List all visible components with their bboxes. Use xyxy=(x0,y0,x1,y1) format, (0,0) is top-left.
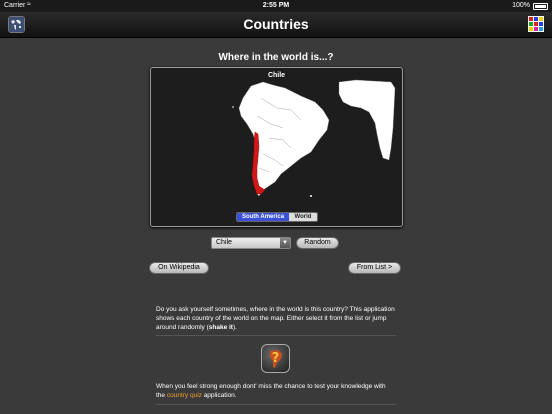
divider xyxy=(156,335,396,336)
description-text: Do you ask yourself sometimes, where in … xyxy=(156,305,396,332)
random-button[interactable]: Random xyxy=(296,237,339,249)
wikipedia-button[interactable]: On Wikipedia xyxy=(149,262,209,274)
color-grid-cell xyxy=(539,22,543,26)
country-quiz-app-icon[interactable]: ? xyxy=(261,344,290,373)
color-grid-cell xyxy=(534,22,538,26)
divider xyxy=(156,404,396,405)
segment-world[interactable]: World xyxy=(289,213,317,221)
map-view[interactable]: Chile South America World xyxy=(150,67,403,227)
svg-text:?: ? xyxy=(272,351,280,366)
color-grid-cell xyxy=(539,27,543,31)
country-quiz-link[interactable]: country quiz xyxy=(167,392,202,399)
color-grid-cell xyxy=(529,22,533,26)
country-select[interactable]: Chile ▼ xyxy=(211,237,291,249)
color-grid-cell xyxy=(534,27,538,31)
country-select-value: Chile xyxy=(216,239,232,246)
africa-land xyxy=(338,79,396,161)
region-segmented-control[interactable]: South America World xyxy=(236,212,318,222)
status-time: 2:55 PM xyxy=(262,2,290,9)
color-grid-cell xyxy=(529,17,533,21)
battery-icon xyxy=(533,3,548,10)
promo-end: application. xyxy=(201,392,237,399)
battery-percent: 100% xyxy=(512,2,530,9)
description-part: Do you ask yourself sometimes, where in … xyxy=(156,306,395,331)
nav-bar: Countries xyxy=(0,12,552,38)
page-title: Countries xyxy=(243,16,309,32)
color-grid-cell xyxy=(529,27,533,31)
color-grid-cell xyxy=(539,17,543,21)
map-country-label: Chile xyxy=(267,72,286,79)
description-end: ). xyxy=(232,324,237,331)
segment-south-america[interactable]: South America xyxy=(237,213,289,221)
color-grid-icon[interactable] xyxy=(528,16,544,32)
promo-text: When you feel strong enough dont' miss t… xyxy=(156,382,396,400)
from-list-button[interactable]: From List > xyxy=(348,262,401,274)
color-grid-cell xyxy=(534,17,538,21)
south-america-map xyxy=(232,79,396,197)
section-heading: Where in the world is...? xyxy=(218,52,334,63)
description-bold: shake it xyxy=(208,324,233,331)
status-bar: Carrier ≈ 2:55 PM 100% xyxy=(0,0,552,12)
chevron-down-icon: ▼ xyxy=(280,238,290,248)
